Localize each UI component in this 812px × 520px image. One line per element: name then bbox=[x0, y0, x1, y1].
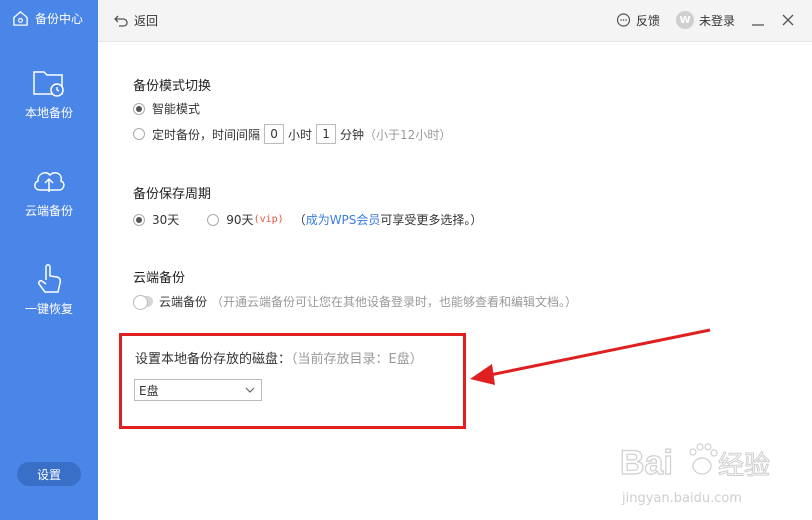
sidebar-item-restore[interactable]: 一键恢复 bbox=[0, 262, 98, 317]
annotation-arrow-icon bbox=[470, 328, 711, 385]
close-icon[interactable] bbox=[780, 12, 796, 28]
vip-tag: (vip) bbox=[253, 214, 284, 225]
back-label: 返回 bbox=[134, 14, 159, 28]
minutes-unit: 分钟 bbox=[340, 127, 365, 142]
watermark-brand2: 经验 bbox=[718, 451, 770, 481]
radio-30-days[interactable] bbox=[133, 213, 145, 226]
disk-label: 设置本地备份存放的磁盘： bbox=[135, 352, 292, 367]
disk-setting-label: 设置本地备份存放的磁盘：（当前存放目录：E盘） bbox=[135, 348, 423, 367]
cloud-backup-toggle[interactable] bbox=[133, 295, 153, 310]
disk-select[interactable]: E盘 bbox=[134, 379, 262, 401]
home-icon bbox=[13, 11, 28, 26]
sidebar-item-label: 本地备份 bbox=[24, 106, 73, 120]
sidebar-item-cloud-backup[interactable]: 云端备份 bbox=[0, 164, 98, 219]
note-open: （ bbox=[293, 213, 306, 227]
brand-title: 备份中心 bbox=[35, 12, 84, 26]
watermark-brand: Bai bbox=[620, 444, 673, 482]
top-bar: 返回 反馈 W 未登录 bbox=[98, 0, 812, 42]
radio-label: 定时备份，时间间隔 bbox=[152, 127, 261, 142]
chat-bubble-icon bbox=[616, 13, 631, 27]
radio-button[interactable] bbox=[133, 128, 145, 140]
cloud-hint: （开通云端备份可让您在其他设备登录时，也能够查看和编辑文档。） bbox=[211, 295, 578, 309]
radio-label: 30天 bbox=[152, 213, 180, 227]
disk-selected-value: E盘 bbox=[139, 383, 159, 398]
timed-hint: （小于12小时） bbox=[364, 127, 452, 142]
current-dir-hint: （当前存放目录：E盘） bbox=[291, 352, 423, 367]
back-arrow-icon bbox=[114, 15, 128, 27]
login-label: 未登录 bbox=[699, 13, 736, 28]
cloud-toggle-row: 云端备份 （开通云端备份可让您在其他设备登录时，也能够查看和编辑文档。） bbox=[133, 293, 577, 310]
baidu-watermark: Bai 经验 jingyan.baidu.com bbox=[618, 428, 778, 508]
radio-90-days[interactable] bbox=[207, 213, 220, 226]
minimize-icon[interactable] bbox=[750, 12, 766, 28]
chevron-down-icon bbox=[245, 387, 255, 393]
sidebar-item-local-backup[interactable]: 本地备份 bbox=[0, 66, 98, 121]
back-button[interactable]: 返回 bbox=[114, 12, 158, 29]
login-button[interactable]: W 未登录 bbox=[676, 11, 735, 29]
hours-unit: 小时 bbox=[288, 127, 313, 142]
note-rest: 可享受更多选择。） bbox=[380, 213, 483, 227]
paw-logo-icon: Bai 经验 bbox=[619, 443, 771, 483]
section-title-cloud: 云端备份 bbox=[133, 271, 186, 286]
feedback-button[interactable]: 反馈 bbox=[616, 12, 660, 29]
sidebar: 备份中心 本地备份 云端备份 一键恢复 设置 bbox=[0, 0, 98, 520]
member-link[interactable]: 成为WPS会员 bbox=[306, 211, 381, 228]
section-title-mode: 备份模式切换 bbox=[133, 79, 212, 94]
folder-clock-icon bbox=[33, 71, 64, 97]
hand-tap-icon bbox=[38, 264, 62, 293]
cloud-upload-icon bbox=[34, 172, 65, 192]
section-title-period: 备份保存周期 bbox=[133, 187, 212, 202]
radio-timed-backup[interactable]: 定时备份，时间间隔 0 小时 1 分钟 （小于12小时） bbox=[133, 124, 451, 144]
feedback-label: 反馈 bbox=[636, 14, 661, 28]
brand: 备份中心 bbox=[12, 10, 83, 27]
hours-input[interactable]: 0 bbox=[264, 124, 285, 144]
period-options: 30天 90天 (vip) （ 成为WPS会员 可享受更多选择。） bbox=[133, 211, 482, 228]
watermark-url: jingyan.baidu.com bbox=[622, 491, 742, 506]
settings-button[interactable]: 设置 bbox=[17, 462, 81, 486]
radio-label: 90天 bbox=[226, 213, 254, 227]
avatar: W bbox=[676, 11, 694, 29]
radio-label: 智能模式 bbox=[152, 102, 201, 116]
sidebar-item-label: 一键恢复 bbox=[24, 302, 73, 316]
minutes-input[interactable]: 1 bbox=[316, 124, 337, 144]
sidebar-item-label: 云端备份 bbox=[24, 204, 73, 218]
radio-button-checked[interactable] bbox=[133, 102, 145, 115]
toggle-label: 云端备份 bbox=[159, 295, 208, 309]
radio-smart-mode[interactable]: 智能模式 bbox=[133, 100, 200, 117]
